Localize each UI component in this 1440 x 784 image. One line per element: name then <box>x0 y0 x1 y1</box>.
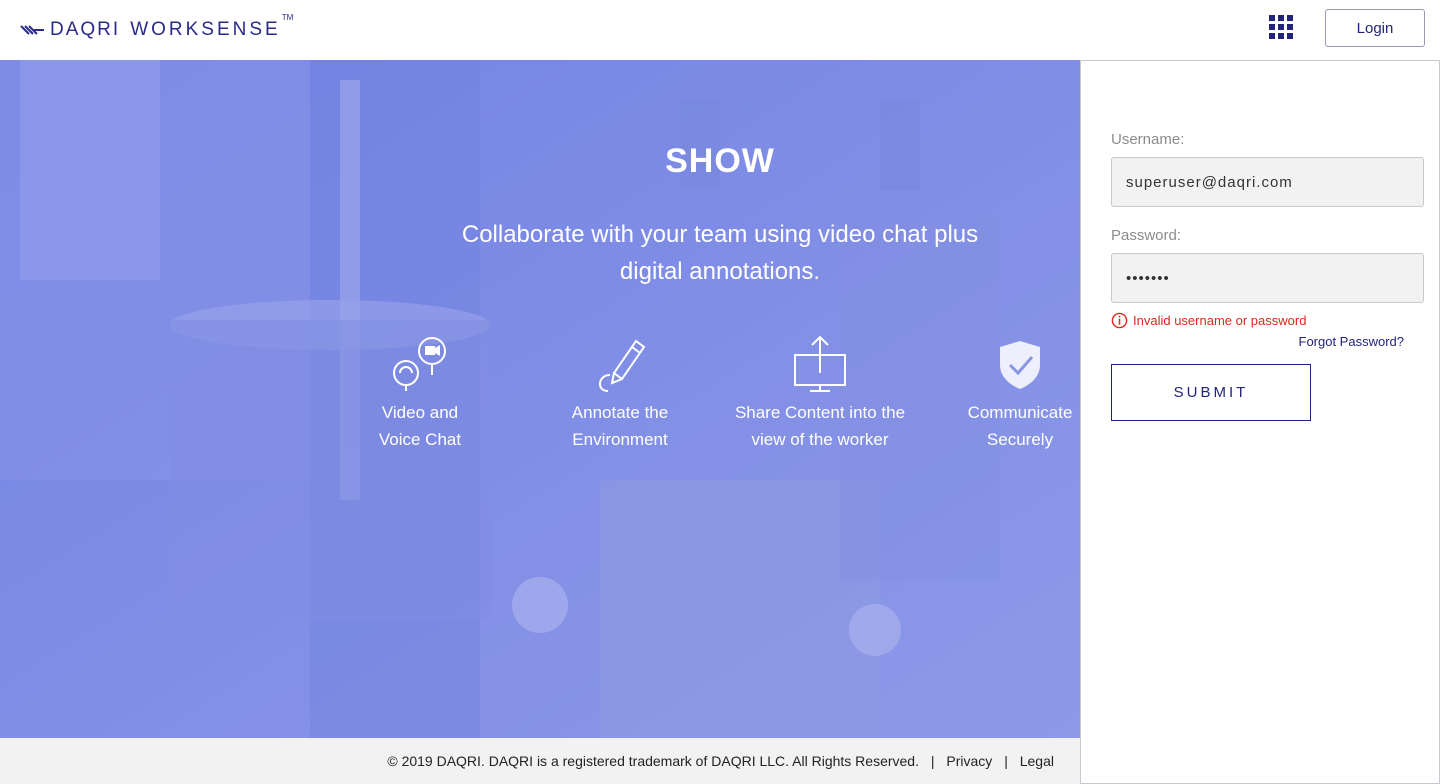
copyright-text: © 2019 DAQRI. DAQRI is a registered trad… <box>387 753 919 769</box>
feature-label: Video and Voice Chat <box>378 403 462 449</box>
top-header: DAQRI WORKSENSETM Login <box>0 0 1440 60</box>
footer-links: © 2019 DAQRI. DAQRI is a registered trad… <box>387 753 1054 769</box>
daqri-logo-mark-icon <box>20 25 44 35</box>
footer-separator: | <box>1004 753 1008 769</box>
app-grid-icon[interactable] <box>1269 15 1293 39</box>
login-panel: Username: Password: Invalid username or … <box>1080 60 1440 784</box>
username-field[interactable] <box>1111 157 1424 207</box>
password-field[interactable] <box>1111 253 1424 303</box>
logo-trademark: TM <box>281 13 294 22</box>
hero-subtitle: Collaborate with your team using video c… <box>461 221 979 285</box>
error-text: Invalid username or password <box>1133 313 1307 328</box>
daqri-worksense-logo[interactable]: DAQRI WORKSENSETM <box>20 13 293 42</box>
privacy-link[interactable]: Privacy <box>946 753 992 769</box>
pen-icon <box>599 339 646 392</box>
submit-button[interactable]: SUBMIT <box>1111 364 1311 421</box>
video-voice-chat-icon <box>393 337 446 391</box>
feature-label: Annotate the Environment <box>571 403 669 449</box>
shield-check-icon <box>1000 341 1040 389</box>
feature-video-voice-chat: Video and Voice Chat <box>320 335 520 453</box>
footer-separator: | <box>930 753 935 769</box>
forgot-password-link[interactable]: Forgot Password? <box>1299 334 1405 349</box>
username-label: Username: <box>1111 131 1185 148</box>
feature-label: Share Content into the view of the worke… <box>734 403 906 449</box>
feature-share-content: Share Content into the view of the worke… <box>720 335 920 453</box>
logo-product-text: WORKSENSETM <box>130 13 293 41</box>
page-footer: © 2019 DAQRI. DAQRI is a registered trad… <box>0 738 1080 784</box>
logo-brand-text: DAQRI <box>50 19 121 40</box>
share-screen-icon <box>794 335 846 392</box>
password-label: Password: <box>1111 227 1182 244</box>
error-info-icon <box>1111 312 1128 329</box>
login-button[interactable]: Login <box>1325 9 1425 47</box>
login-error-message: Invalid username or password <box>1111 312 1306 329</box>
feature-annotate: Annotate the Environment <box>520 335 720 453</box>
logo-product-name: WORKSENSE <box>130 19 281 40</box>
legal-link[interactable]: Legal <box>1020 753 1054 769</box>
